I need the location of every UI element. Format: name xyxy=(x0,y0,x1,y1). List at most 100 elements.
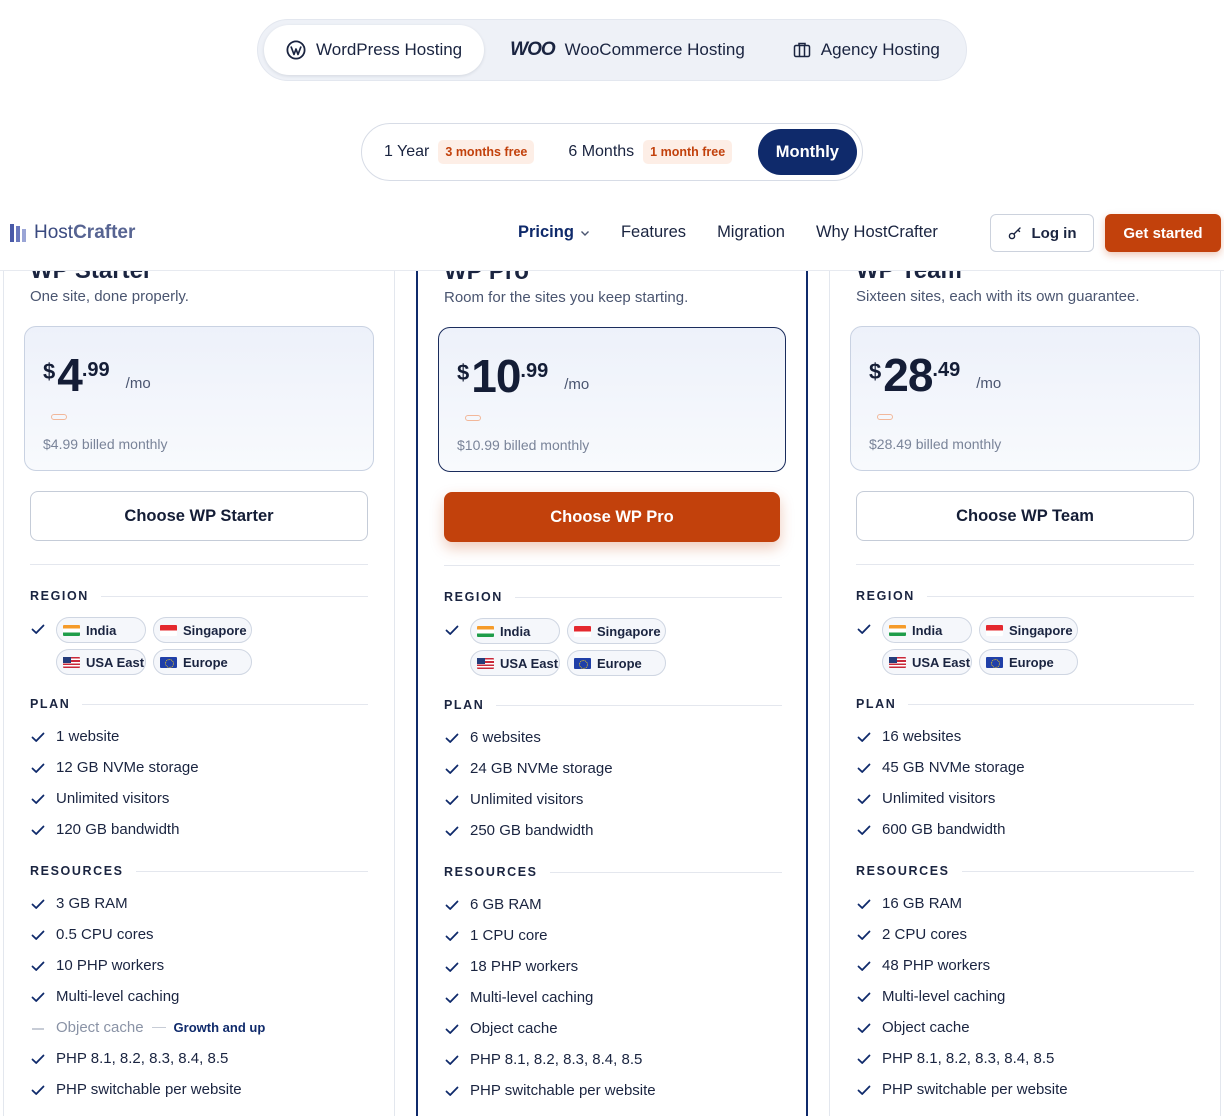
check-icon xyxy=(31,825,45,835)
region-chip-india[interactable]: India xyxy=(56,617,146,643)
region-chip-europe[interactable]: Europe xyxy=(979,649,1078,675)
price-period: /mo xyxy=(125,375,151,392)
nav-link-migration[interactable]: Migration xyxy=(717,223,785,242)
logo-text-host: Host xyxy=(34,222,74,243)
price-integer: 28 xyxy=(883,349,933,401)
feature-item: Unlimited visitors xyxy=(56,790,170,807)
logo-mark-icon xyxy=(10,224,26,242)
product-tabs: WordPress Hosting WOO WooCommerce Hostin… xyxy=(257,19,967,81)
login-button[interactable]: Log in xyxy=(990,214,1094,252)
region-chip-singapore[interactable]: Singapore xyxy=(153,617,252,643)
billing-option-monthly[interactable]: Monthly xyxy=(757,129,857,175)
region-chip-europe[interactable]: Europe xyxy=(153,649,252,675)
choose-plan-button[interactable]: Choose WP Team xyxy=(856,491,1194,541)
check-icon xyxy=(445,1024,459,1034)
billing-label: 1 Year xyxy=(384,143,430,160)
flag-singapore-icon xyxy=(986,624,1003,636)
logo-text-crafter: Crafter xyxy=(73,222,136,243)
feature-item: 16 websites xyxy=(882,728,962,745)
feature-item: 12 GB NVMe storage xyxy=(56,759,199,776)
check-icon xyxy=(445,733,459,743)
price: $ 4 .99 /mo xyxy=(43,349,151,401)
get-started-button[interactable]: Get started xyxy=(1105,214,1221,252)
discount-badge: 3 months free xyxy=(438,140,535,164)
plan-tagline: Room for the sites you keep starting. xyxy=(444,289,689,306)
billing-period-toggle: 1 Year 3 months free 6 Months 1 month fr… xyxy=(361,123,863,181)
hostcrafter-logo[interactable]: HostCrafter xyxy=(10,222,135,244)
section-title-region: REGION xyxy=(30,589,368,603)
region-chip-usa-east[interactable]: USA East xyxy=(470,650,560,676)
check-icon xyxy=(857,1023,871,1033)
region-chips: India Singapore USA East Europe xyxy=(470,618,670,676)
check-icon xyxy=(31,1054,45,1064)
choose-plan-button[interactable]: Choose WP Starter xyxy=(30,491,368,541)
pricing-page: WordPress Hosting WOO WooCommerce Hostin… xyxy=(0,0,1224,1116)
choose-plan-button[interactable]: Choose WP Pro xyxy=(444,492,780,542)
check-icon xyxy=(445,931,459,941)
site-navbar: HostCrafter Pricing Features Migration W… xyxy=(0,200,1224,271)
region-chip-europe[interactable]: Europe xyxy=(567,650,666,676)
price-currency: $ xyxy=(869,359,882,384)
check-icon xyxy=(857,899,871,909)
region-chip-india[interactable]: India xyxy=(882,617,972,643)
nav-link-features[interactable]: Features xyxy=(621,223,686,242)
check-icon xyxy=(857,1054,871,1064)
region-name: USA East xyxy=(500,655,559,671)
section-title-resources: RESOURCES xyxy=(856,864,1194,878)
price: $ 10 .99 /mo xyxy=(457,350,589,402)
savings-pill xyxy=(51,414,67,420)
check-icon xyxy=(31,624,45,634)
plan-tagline: One site, done properly. xyxy=(30,288,189,305)
price-box: $ 4 .99 /mo $4.99 billed monthly xyxy=(24,326,374,471)
check-icon xyxy=(31,992,45,1002)
check-icon xyxy=(31,899,45,909)
region-chips: India Singapore USA East Europe xyxy=(882,617,1082,675)
region-chip-usa-east[interactable]: USA East xyxy=(882,649,972,675)
region-chip-india[interactable]: India xyxy=(470,618,560,644)
resource-item-unavailable: Object cache Growth and up xyxy=(56,1019,265,1036)
region-chip-singapore[interactable]: Singapore xyxy=(567,618,666,644)
region-chip-singapore[interactable]: Singapore xyxy=(979,617,1078,643)
region-name: USA East xyxy=(912,654,971,670)
check-icon xyxy=(857,763,871,773)
check-icon xyxy=(857,732,871,742)
billing-option-1-year[interactable]: 1 Year 3 months free xyxy=(384,140,535,164)
feature-item: 6 websites xyxy=(470,729,541,746)
nav-link-why-hostcrafter[interactable]: Why HostCrafter xyxy=(816,223,938,242)
feature-item: Unlimited visitors xyxy=(882,790,996,807)
flag-usa-icon xyxy=(63,656,80,668)
resource-item: 10 PHP workers xyxy=(56,957,165,974)
billing-option-6-months[interactable]: 6 Months 1 month free xyxy=(568,140,733,164)
feature-item: 250 GB bandwidth xyxy=(470,822,594,839)
resource-item: 2 CPU cores xyxy=(882,926,968,943)
nav-link-pricing[interactable]: Pricing xyxy=(518,223,590,242)
flag-singapore-icon xyxy=(574,625,591,637)
chevron-down-icon xyxy=(580,230,589,236)
region-chip-usa-east[interactable]: USA East xyxy=(56,649,146,675)
check-icon xyxy=(445,625,459,635)
region-name: India xyxy=(86,622,117,638)
upgrade-note-link[interactable]: Growth and up xyxy=(174,1020,266,1035)
tab-wordpress-hosting[interactable]: WordPress Hosting xyxy=(264,25,485,75)
section-title-region: REGION xyxy=(856,589,1194,603)
resource-item: PHP 8.1, 8.2, 8.3, 8.4, 8.5 xyxy=(470,1051,643,1068)
region-name: Europe xyxy=(597,655,642,671)
dash-icon xyxy=(32,1028,44,1030)
tab-label: WooCommerce Hosting xyxy=(564,40,745,59)
resource-item: 0.5 CPU cores xyxy=(56,926,154,943)
check-icon xyxy=(445,1055,459,1065)
check-icon xyxy=(445,900,459,910)
savings-pill xyxy=(465,415,481,421)
feature-item: Unlimited visitors xyxy=(470,791,584,808)
price-decimal: .49 xyxy=(932,359,961,381)
price-period: /mo xyxy=(976,375,1002,392)
flag-usa-icon xyxy=(889,656,906,668)
tab-agency-hosting[interactable]: Agency Hosting xyxy=(767,25,962,75)
feature-item: 1 website xyxy=(56,728,120,745)
check-icon xyxy=(445,962,459,972)
resource-item: Multi-level caching xyxy=(882,988,1006,1005)
check-icon xyxy=(445,993,459,1003)
price-currency: $ xyxy=(457,360,470,385)
tab-woocommerce-hosting[interactable]: WOO WooCommerce Hosting xyxy=(484,25,767,75)
check-icon xyxy=(445,795,459,805)
